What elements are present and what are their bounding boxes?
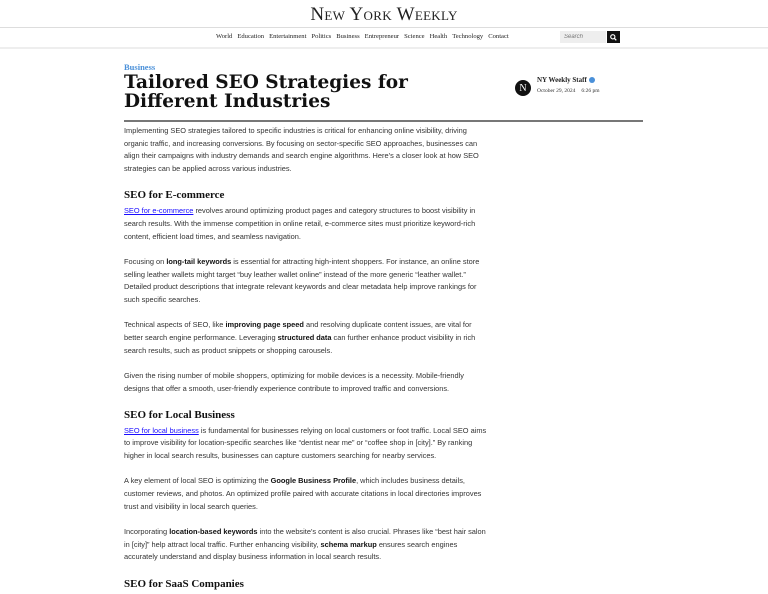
section-heading: SEO for SaaS Companies [124,577,244,590]
time: 6:26 pm [581,88,600,94]
section-heading: SEO for E-commerce [124,189,225,202]
paragraph: Implementing SEO strategies tailored to … [124,125,490,176]
text: Technical aspects of SEO, like [124,320,226,330]
page-title: Tailored SEO Strategies for Different In… [124,72,408,112]
article-body: Implementing SEO strategies tailored to … [124,125,490,594]
bold-text: long-tail keywords [166,256,232,266]
nav-item[interactable]: World [216,33,232,40]
bold-text: structured data [277,332,332,342]
paragraph: Incorporating location-based keywords in… [124,526,490,564]
nav-item[interactable]: Health [430,33,448,40]
nav-item[interactable]: Education [237,33,264,40]
nav-item[interactable]: Contact [488,33,509,40]
nav-item[interactable]: Politics [311,33,331,40]
main-nav: World Education Entertainment Politics Busin… [216,33,509,40]
date: October 29, 2024 [537,88,576,94]
text: Focusing on [124,256,167,266]
paragraph: SEO for e-commerce revolves around optim… [124,205,490,243]
nav-item[interactable]: Science [404,33,425,40]
text: Implementing SEO strategies tailored to … [124,126,479,174]
paragraph: SEO for local business is fundamental fo… [124,425,490,463]
nav-item[interactable]: Entertainment [269,33,306,40]
search-button[interactable] [607,31,620,43]
section-heading: SEO for Local Business [124,408,235,421]
inline-link[interactable]: SEO for e-commerce [124,206,193,215]
paragraph: Given the rising number of mobile shoppe… [124,370,490,395]
avatar: N [515,80,531,96]
title-divider [124,120,643,122]
paragraph: Focusing on long-tail keywords is essent… [124,256,490,307]
nav-item[interactable]: Business [336,33,359,40]
bold-text: schema markup [320,539,377,549]
nav-item[interactable]: Technology [452,33,483,40]
author-byline[interactable]: NY Weekly Staff [537,76,595,84]
paragraph: Technical aspects of SEO, like improving… [124,319,490,357]
search-icon [610,33,617,41]
header-divider [0,27,768,28]
nav-divider [0,47,768,49]
inline-link[interactable]: SEO for local business [124,426,199,435]
author-name[interactable]: NY Weekly Staff [537,76,587,84]
verified-badge-icon [588,77,595,83]
category-link[interactable]: Business [124,62,155,72]
text: A key element of local SEO is optimizing… [124,476,271,486]
bold-text: Google Business Profile [270,476,357,486]
search-input[interactable] [560,31,606,43]
bold-text: location-based keywords [169,526,258,536]
publish-date: October 29, 2024 6:26 pm [537,88,600,94]
bold-text: improving page speed [225,320,304,330]
nav-item[interactable]: Entrepreneur [365,33,399,40]
text: Incorporating [124,526,170,536]
text: Given the rising number of mobile shoppe… [124,370,464,393]
site-logo[interactable]: New York Weekly [0,4,768,26]
paragraph: A key element of local SEO is optimizing… [124,475,490,513]
